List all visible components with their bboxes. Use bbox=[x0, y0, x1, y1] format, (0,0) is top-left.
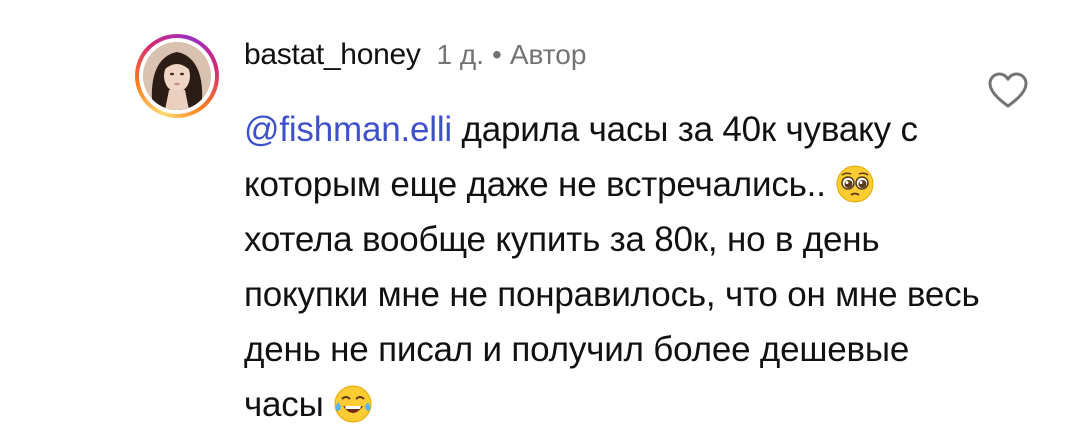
avatar-story-ring[interactable] bbox=[135, 34, 219, 118]
separator-dot: • bbox=[492, 39, 502, 70]
avatar[interactable] bbox=[143, 42, 211, 110]
tears-of-joy-icon bbox=[333, 384, 373, 424]
author-label: Автор bbox=[509, 39, 587, 70]
pleading-face-icon bbox=[835, 164, 875, 204]
avatar-photo bbox=[143, 42, 211, 110]
avatar-ring-gap bbox=[139, 38, 215, 114]
heart-outline-icon bbox=[988, 72, 1028, 108]
comment-text: @fishman.elli дарила часы за 40к чуваку … bbox=[244, 102, 984, 432]
like-button[interactable] bbox=[986, 70, 1030, 110]
timestamp: 1 д. bbox=[436, 39, 485, 70]
comment-header: bastat_honey 1 д. • Автор bbox=[244, 38, 586, 78]
mention-link[interactable]: @fishman.elli bbox=[244, 110, 452, 149]
comment: bastat_honey 1 д. • Автор @fishman.elli … bbox=[0, 0, 1080, 438]
username[interactable]: bastat_honey bbox=[244, 38, 421, 72]
